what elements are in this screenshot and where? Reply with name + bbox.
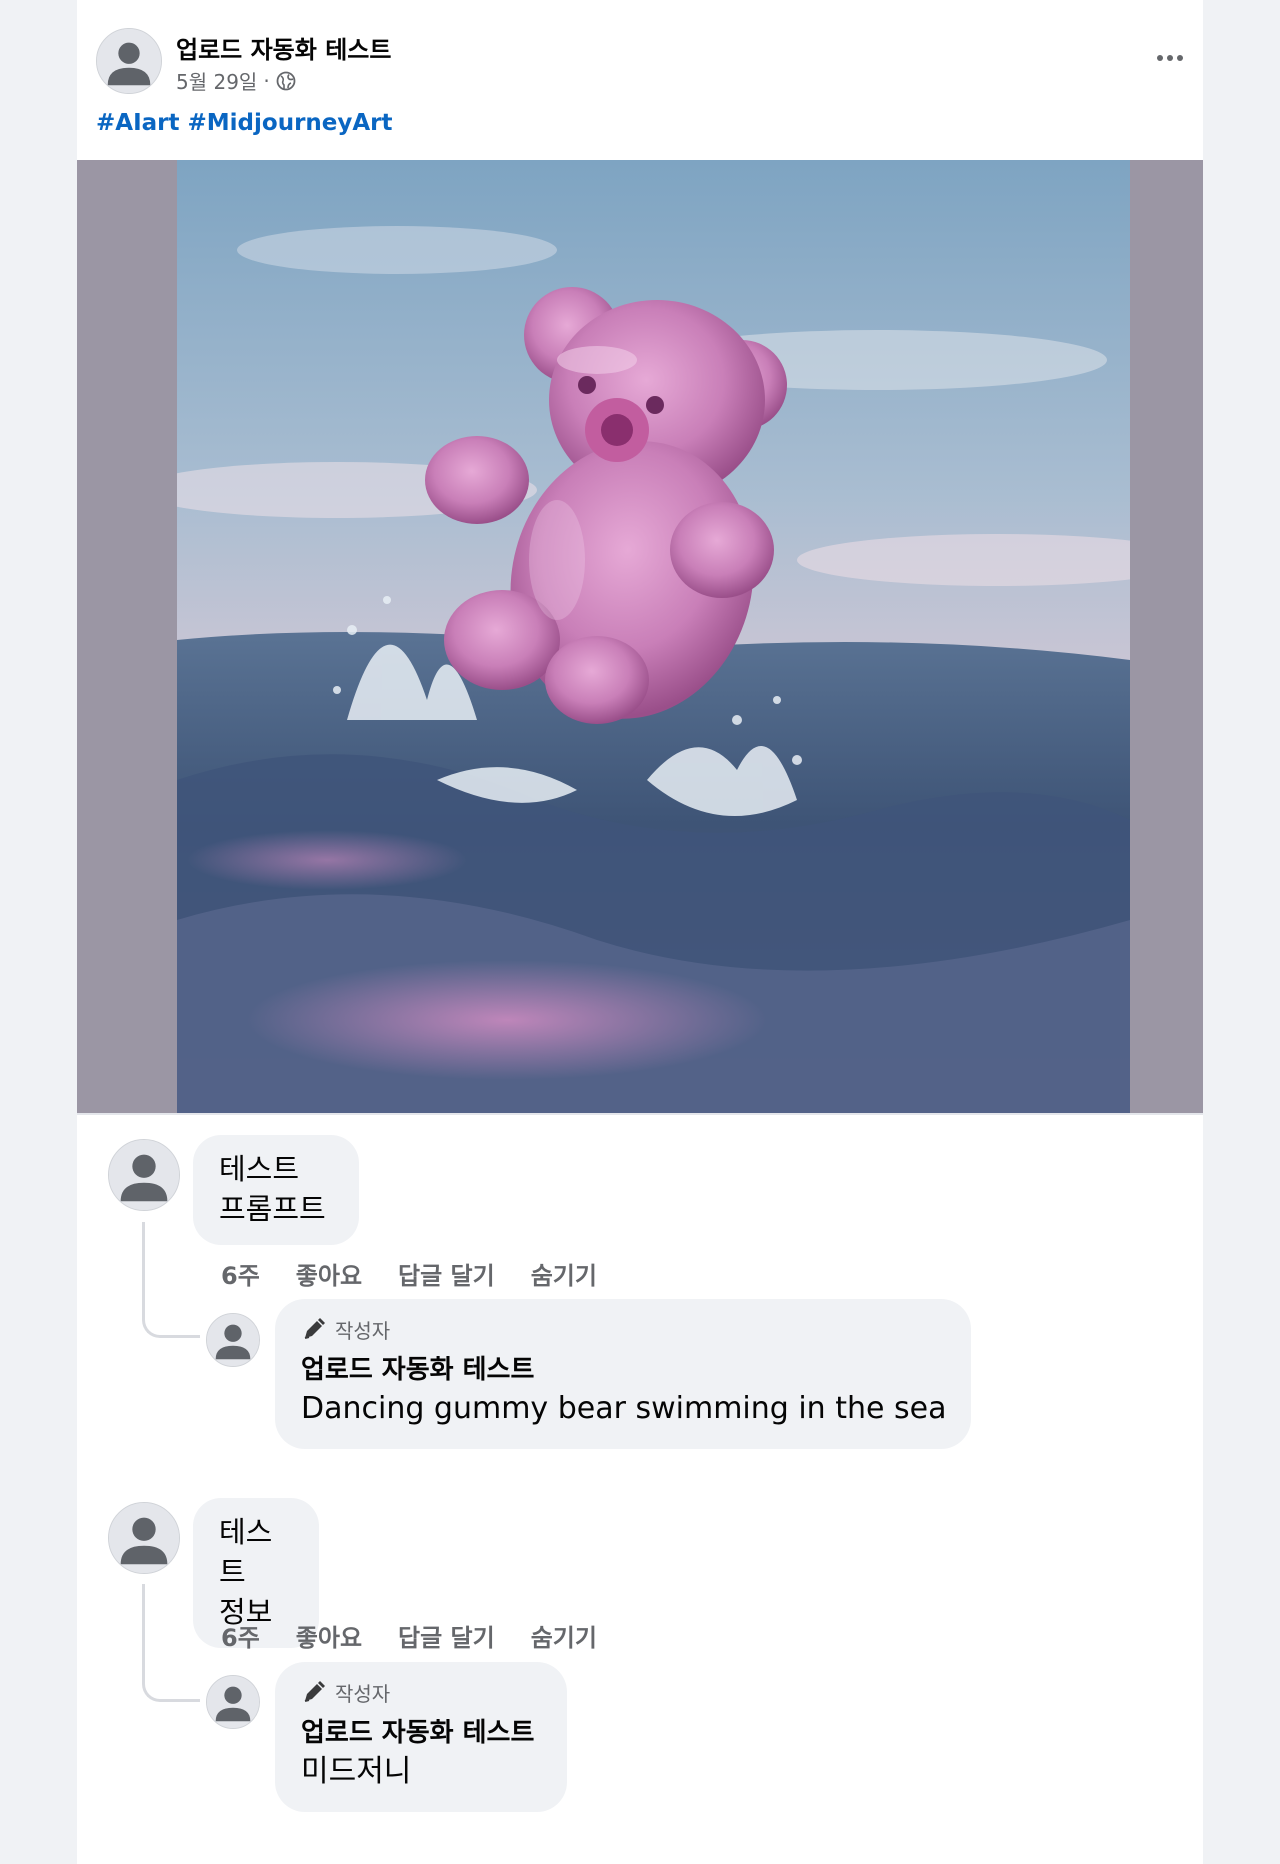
comment-text: 테스트 정보	[219, 1515, 273, 1629]
post-meta: 5월 29일 ·	[176, 66, 296, 95]
comment-actions: 6주 좋아요 답글 달기 숨기기	[221, 1256, 597, 1291]
comment-bubble[interactable]: 테스트 프롬프트	[193, 1135, 359, 1245]
default-avatar-icon	[207, 1314, 259, 1366]
reply-text: Dancing gummy bear swimming in the sea	[301, 1391, 947, 1426]
like-button[interactable]: 좋아요	[296, 1256, 362, 1291]
reply-button[interactable]: 답글 달기	[398, 1256, 495, 1291]
more-options-button[interactable]	[1150, 44, 1190, 72]
meta-separator: ·	[263, 68, 270, 93]
default-avatar-icon	[207, 1676, 259, 1728]
author-badge-label: 작성자	[335, 1681, 391, 1706]
reply-bubble[interactable]: 작성자 업로드 자동화 테스트 Dancing gummy bear swimm…	[275, 1299, 971, 1449]
reply-bubble[interactable]: 작성자 업로드 자동화 테스트 미드저니	[275, 1662, 567, 1812]
comment-avatar[interactable]	[108, 1502, 180, 1574]
comment-text: 테스트 프롬프트	[219, 1152, 326, 1226]
author-badge-label: 작성자	[335, 1318, 391, 1343]
reply-avatar[interactable]	[206, 1675, 260, 1729]
pen-icon	[304, 1318, 325, 1339]
reply-avatar[interactable]	[206, 1313, 260, 1367]
hide-button[interactable]: 숨기기	[531, 1256, 597, 1291]
reply-thread-line	[142, 1222, 200, 1338]
default-avatar-icon	[109, 1140, 179, 1210]
like-button[interactable]: 좋아요	[296, 1618, 362, 1653]
comment-time[interactable]: 6주	[221, 1256, 260, 1291]
pen-icon	[304, 1681, 325, 1702]
reply-author-name[interactable]: 업로드 자동화 테스트	[301, 1716, 541, 1750]
post-hashtags: #AIart #MidjourneyArt	[96, 110, 393, 136]
media-divider	[77, 1113, 1203, 1115]
hashtag-link-midjourneyart[interactable]: #MidjourneyArt	[188, 110, 393, 136]
post-card: 업로드 자동화 테스트 5월 29일 · #AIart #MidjourneyA…	[77, 0, 1203, 1864]
reply-button[interactable]: 답글 달기	[398, 1618, 495, 1653]
post-author-avatar[interactable]	[96, 28, 162, 94]
comment-actions: 6주 좋아요 답글 달기 숨기기	[221, 1618, 597, 1653]
globe-icon[interactable]	[276, 71, 296, 91]
default-avatar-icon	[109, 1503, 179, 1573]
author-badge: 작성자	[301, 1315, 945, 1343]
hashtag-link-aiart[interactable]: #AIart	[96, 110, 180, 136]
post-date[interactable]: 5월 29일	[176, 66, 257, 95]
default-avatar-icon	[97, 29, 161, 93]
post-author-name[interactable]: 업로드 자동화 테스트	[176, 30, 391, 65]
hide-button[interactable]: 숨기기	[531, 1618, 597, 1653]
reply-author-name[interactable]: 업로드 자동화 테스트	[301, 1353, 945, 1387]
more-horizontal-icon	[1157, 55, 1163, 61]
author-badge: 작성자	[301, 1678, 541, 1706]
reply-thread-line	[142, 1584, 200, 1702]
reply-text: 미드저니	[301, 1754, 412, 1789]
comment-avatar[interactable]	[108, 1139, 180, 1211]
comment-time[interactable]: 6주	[221, 1618, 260, 1653]
post-media[interactable]	[77, 160, 1203, 1113]
post-image[interactable]	[177, 160, 1130, 1113]
